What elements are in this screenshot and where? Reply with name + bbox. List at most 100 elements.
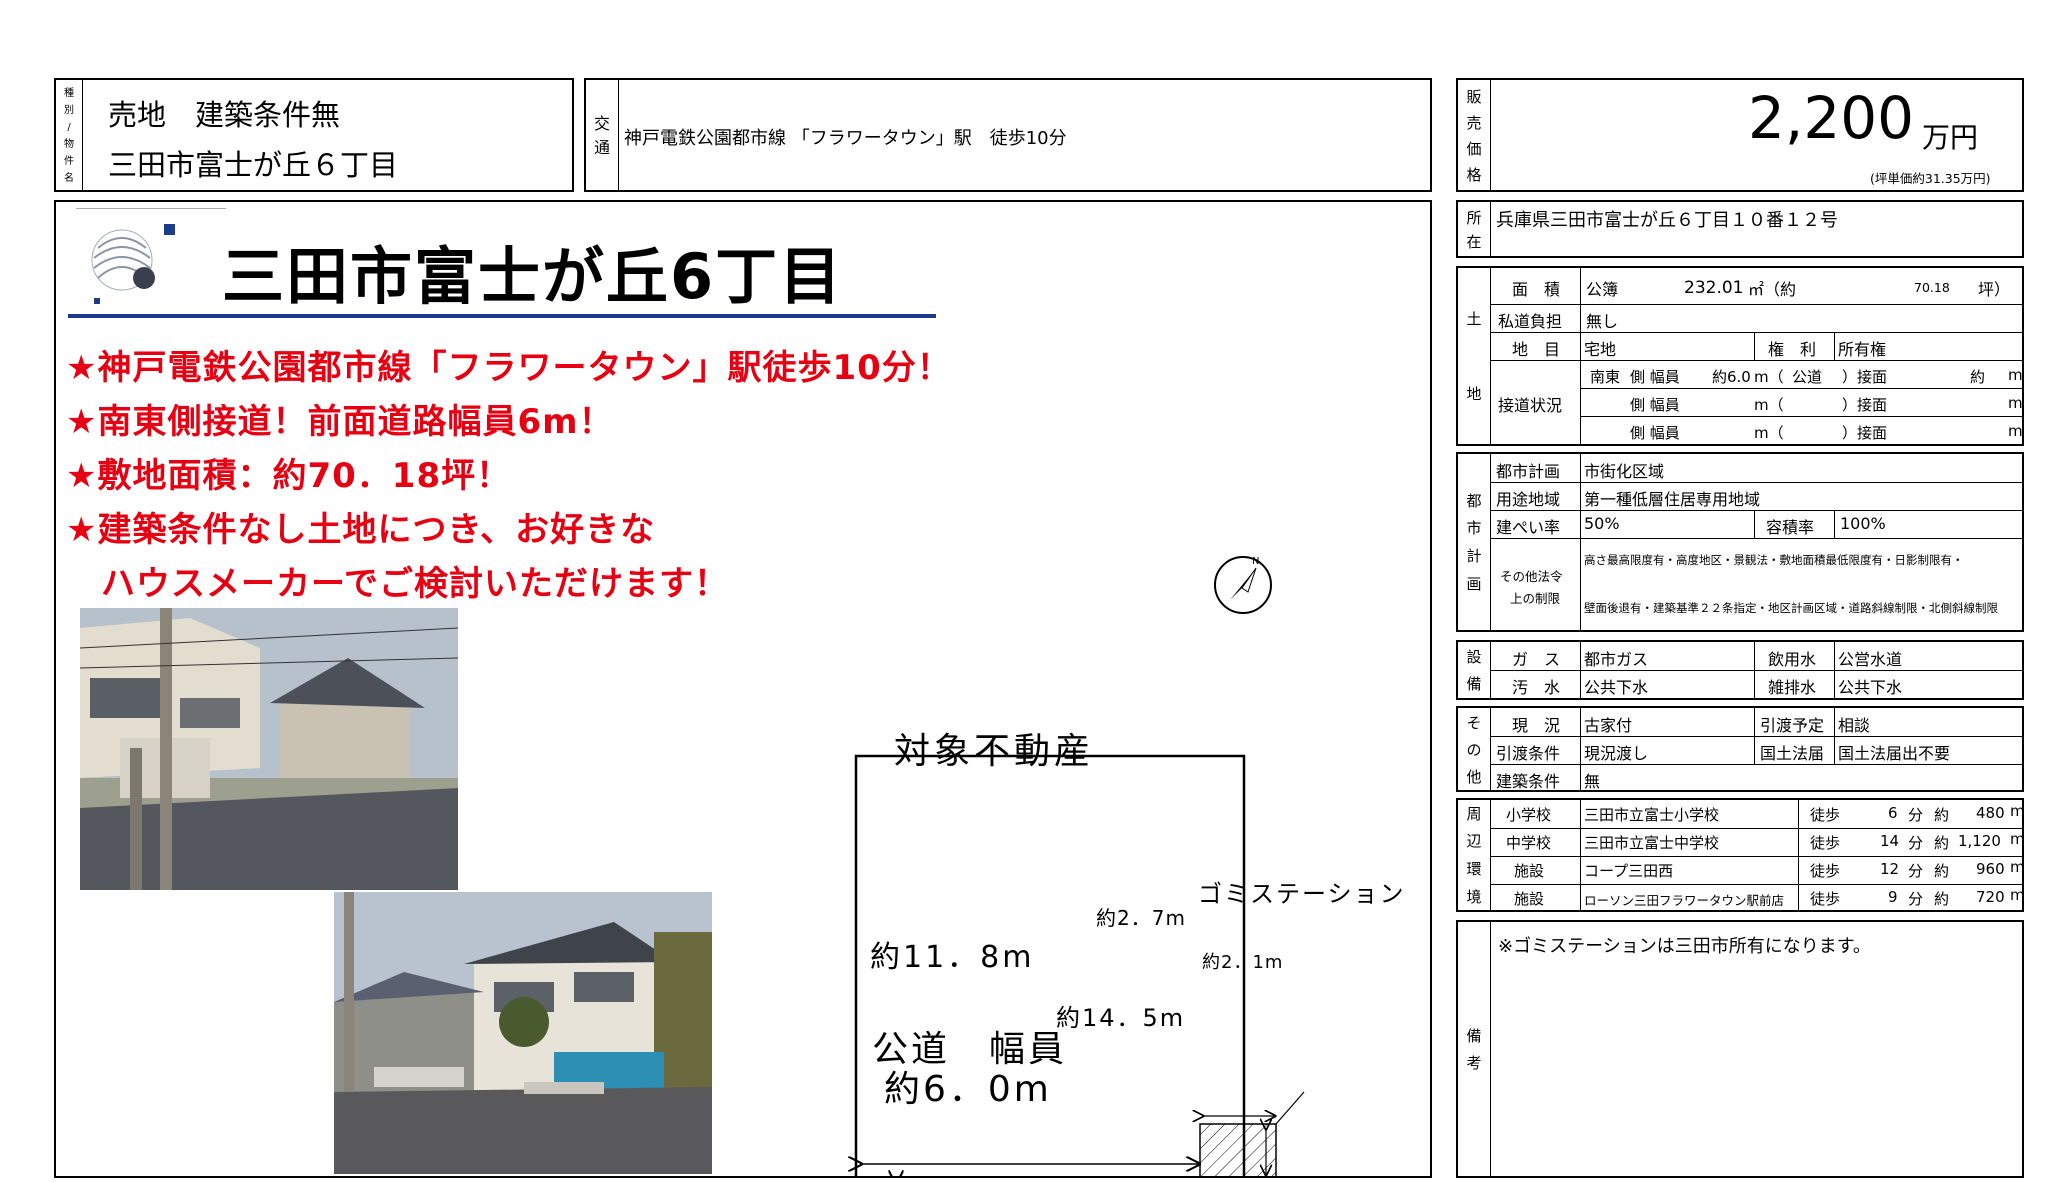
other-law-label-2: 上の制限 [1510, 591, 1561, 606]
road-row-1-approx: 約 [1970, 368, 1986, 386]
facility-approx: 約 [1934, 862, 1950, 880]
dim-gomi-w-label: 約2．7m [1096, 906, 1186, 930]
other-law-value-2: 壁面後退有・建築基準２２条指定・地区計画区域・道路斜線制限・北側斜線制限 [1584, 601, 1998, 615]
rights-label: 権 利 [1768, 340, 1817, 359]
facility-walk: 徒歩 [1810, 806, 1841, 824]
area-label: 面 積 [1512, 280, 1561, 299]
facility-type: 施設 [1514, 890, 1545, 908]
land-box: 土地 面 積 公簿 232.01 ㎡（約 70.18 坪） 私道負担 無し 地 … [1456, 266, 2024, 446]
facility-min-unit: 分 [1908, 834, 1924, 852]
other-law-value-1: 高さ最高限度有・高度地区・景観法・敷地面積最低限度有・日影制限有・ [1584, 553, 1964, 567]
price-value: 2,200 [1748, 84, 1915, 152]
far-label: 容積率 [1766, 518, 1815, 537]
road-row-1-type: 公道 [1792, 368, 1823, 386]
highlight-4: ★建築条件なし土地につき、お好きな [66, 510, 656, 550]
gas-label: ガ ス [1512, 650, 1561, 669]
plot-label: 対象不動産 [894, 731, 1095, 772]
dim-gomi-h-label: 約2．1m [1202, 952, 1284, 973]
facility-distance: 960 [1976, 860, 2005, 878]
remarks-box: 備考 ※ゴミステーションは三田市所有になります。 [1456, 920, 2024, 1178]
facility-name: コープ三田西 [1584, 862, 1674, 880]
facility-minutes: 9 [1888, 888, 1898, 906]
facility-unit: m [2010, 802, 2025, 820]
facility-unit: m [2010, 830, 2025, 848]
handover-cond-value: 現況渡し [1584, 744, 1649, 763]
facility-type: 施設 [1514, 862, 1545, 880]
land-law-label: 国土法届 [1760, 744, 1825, 763]
handover-cond-label: 引渡条件 [1496, 744, 1561, 763]
surroundings-label: 周辺環境 [1466, 804, 1482, 906]
facility-name: 三田市立富士小学校 [1584, 806, 1720, 824]
facility-walk: 徒歩 [1810, 834, 1841, 852]
private-road-label: 私道負担 [1498, 312, 1563, 331]
city-plan-value: 市街化区域 [1584, 462, 1665, 481]
drain-value: 公共下水 [1838, 678, 1903, 697]
highlight-5: ハウスメーカーでご検討いただけます！ [66, 564, 729, 604]
highlight-1: ★神戸電鉄公園都市線「フラワータウン」駅徒歩10分！ [66, 348, 952, 388]
water-value: 公営水道 [1838, 650, 1903, 669]
property-photo-1 [80, 608, 458, 890]
water-label: 飲用水 [1768, 650, 1817, 669]
facility-distance: 1,120 [1958, 832, 2001, 850]
facility-name: 三田市立富士中学校 [1584, 834, 1720, 852]
bcr-value: 50% [1584, 514, 1620, 533]
property-type-box: 種別 / 物件名 売地 建築条件無 三田市富士が丘６丁目 [54, 78, 574, 192]
remarks-text: ※ゴミステーションは三田市所有になります。 [1498, 936, 1871, 957]
other-box: その他 現 況 古家付 引渡予定 相談 引渡条件 現況渡し 国土法届 国土法届出… [1456, 706, 2024, 792]
area-unit: ㎡（約 [1748, 280, 1797, 299]
road-row-3-close: ）接面 [1842, 424, 1888, 442]
access-label: 交通 [593, 114, 610, 157]
road-row-1-m2: m [2008, 366, 2023, 384]
facility-approx: 約 [1934, 834, 1950, 852]
company-logo [76, 208, 226, 304]
road-row-2-close: ）接面 [1842, 396, 1888, 414]
title-underline [68, 314, 936, 318]
tsubo-unit: 坪） [1978, 280, 2011, 299]
road-access-label: 接道状況 [1498, 396, 1563, 415]
price-per-tsubo: (坪単価約31.35万円) [1870, 171, 1991, 186]
gomi-station [1199, 1123, 1277, 1178]
handover-plan-value: 相談 [1838, 716, 1871, 735]
land-label: 土地 [1466, 310, 1482, 403]
facility-min-unit: 分 [1908, 890, 1924, 908]
zoning-label: 用途地域 [1496, 490, 1561, 509]
main-panel: 三田市富士が丘6丁目 ★神戸電鉄公園都市線「フラワータウン」駅徒歩10分！ ★南… [54, 200, 1432, 1178]
chimoku-label: 地 目 [1512, 340, 1561, 359]
facility-name: ローソン三田フラワータウン駅前店 [1584, 893, 1785, 908]
facility-walk: 徒歩 [1810, 890, 1841, 908]
road-row-3-side: 側 幅員 [1630, 424, 1680, 442]
land-law-value: 国土法届出不要 [1838, 744, 1951, 763]
facility-type: 小学校 [1506, 806, 1552, 824]
price-label: 販売価格 [1466, 87, 1482, 185]
sewage-value: 公共下水 [1584, 678, 1649, 697]
page-title: 三田市富士が丘6丁目 [222, 240, 844, 313]
facility-distance: 720 [1976, 888, 2005, 906]
facility-approx: 約 [1934, 806, 1950, 824]
property-type-label: 種別 / 物件名 [64, 88, 74, 184]
surroundings-box: 周辺環境 小学校 三田市立富士小学校 徒歩 6 分 約 480 m 中学校 三田… [1456, 798, 2025, 912]
road-label-2: 約6．0m [884, 1069, 1052, 1110]
compass-letter: N [1252, 556, 1260, 567]
highlight-3: ★敷地面積：約70．18坪！ [66, 456, 512, 496]
remarks-label: 備考 [1466, 1027, 1482, 1072]
road-row-1-dir: 南東 [1590, 368, 1621, 386]
road-row-3-m: m（ [1754, 424, 1784, 442]
city-plan-row-label: 都市計画 [1496, 462, 1561, 481]
dim-total-label: 約14．5m [1056, 1004, 1186, 1032]
other-label: その他 [1466, 713, 1482, 786]
status-value: 古家付 [1584, 716, 1633, 735]
price-unit: 万円 [1922, 121, 1979, 154]
city-plan-label: 都市計画 [1466, 491, 1482, 593]
facility-distance: 480 [1976, 804, 2005, 822]
facilities-label: 設備 [1466, 648, 1482, 693]
city-plan-box: 都市計画 都市計画 市街化区域 用途地域 第一種低層住居専用地域 建ぺい率 50… [1456, 452, 2024, 632]
dim-width-label: 約11．8m [870, 940, 1035, 975]
road-row-1-side: 側 幅員 [1630, 368, 1680, 386]
bcr-label: 建ぺい率 [1496, 518, 1561, 537]
other-law-label-1: その他法令 [1500, 569, 1563, 584]
road-row-3-m2: m [2008, 422, 2023, 440]
road-row-2-side: 側 幅員 [1630, 396, 1680, 414]
property-photo-2 [334, 892, 712, 1174]
facility-minutes: 6 [1888, 804, 1898, 822]
facility-unit: m [2010, 858, 2025, 876]
